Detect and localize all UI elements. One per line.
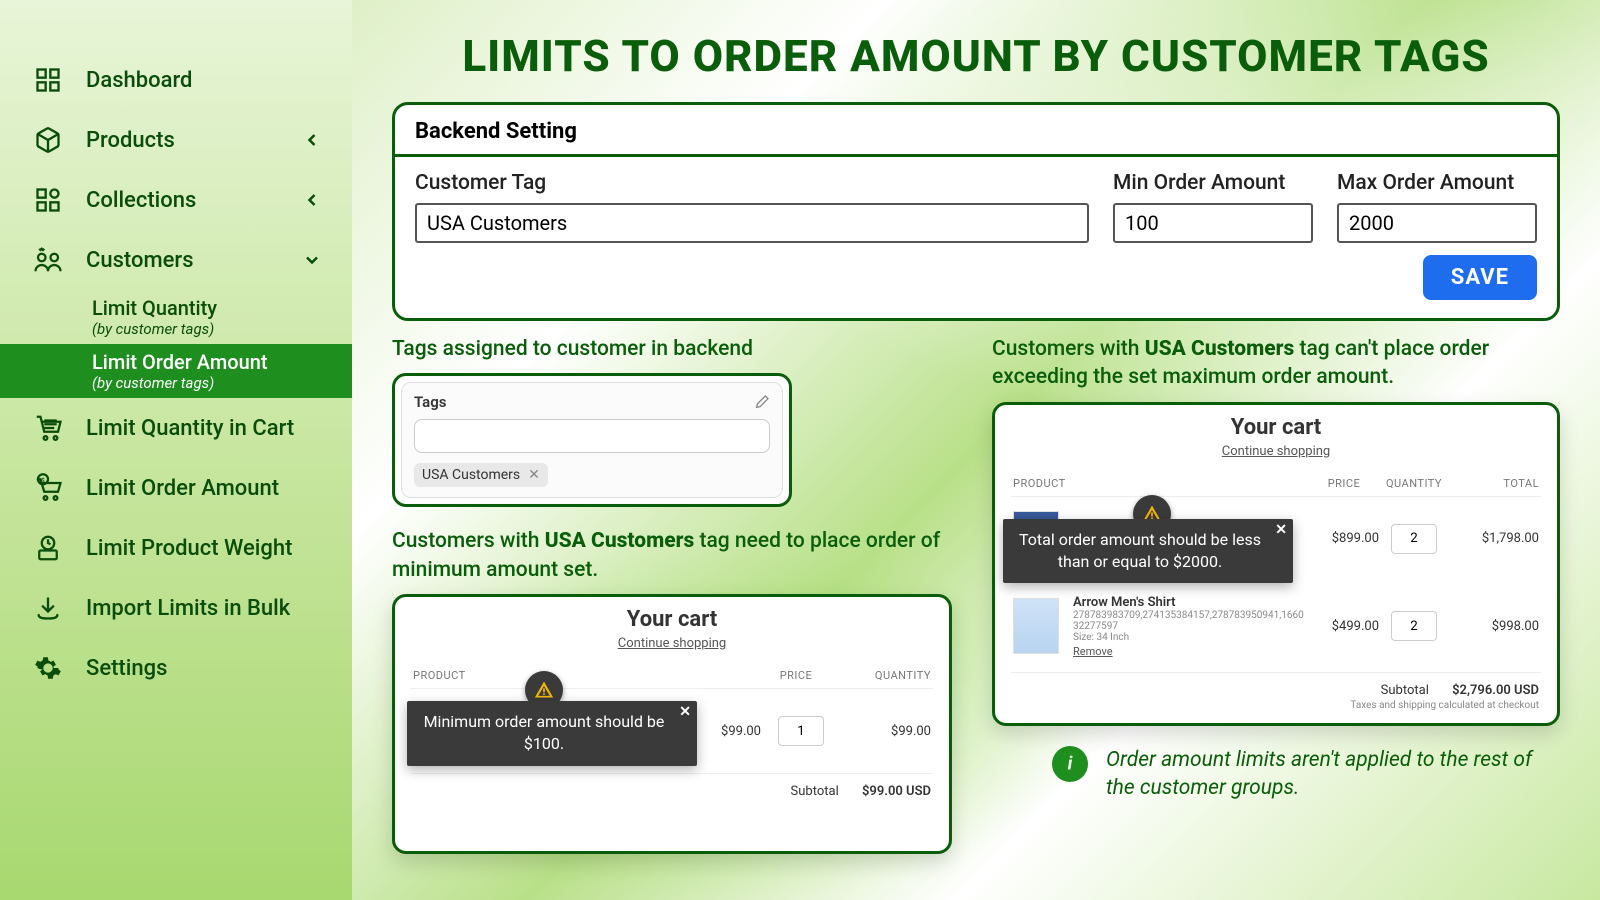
backend-heading: Backend Setting xyxy=(395,115,1557,157)
col-product: PRODUCT xyxy=(413,669,751,682)
svg-text:$: $ xyxy=(41,476,45,484)
row-price: $899.00 xyxy=(1309,531,1379,546)
product-name: Arrow Men's Shirt xyxy=(1073,595,1309,610)
nav-label: Limit Order Amount xyxy=(86,476,279,501)
product-meta: 278783983709,274135384157,278783950941,1… xyxy=(1073,610,1309,632)
cart-dollar-icon: $ xyxy=(30,470,66,506)
max-caption: Customers with USA Customers tag can't p… xyxy=(992,335,1560,392)
nav-import[interactable]: Import Limits in Bulk xyxy=(0,578,352,638)
nav-products[interactable]: Products xyxy=(0,110,352,170)
gear-icon xyxy=(30,650,66,686)
qty-input[interactable] xyxy=(778,716,824,746)
sub-title: Limit Order Amount xyxy=(92,350,322,374)
nav-limit-order-amount[interactable]: $ Limit Order Amount xyxy=(0,458,352,518)
svg-text:i: i xyxy=(1068,753,1073,774)
cart-subtotal: Subtotal $99.00 USD xyxy=(411,773,933,799)
nav-label: Limit Product Weight xyxy=(86,536,292,561)
info-icon: i xyxy=(1052,746,1088,782)
nav-label: Products xyxy=(86,128,175,153)
nav-customers[interactable]: Customers xyxy=(0,230,352,290)
info-note: i Order amount limits aren't applied to … xyxy=(992,746,1560,803)
close-icon[interactable]: ✕ xyxy=(1275,521,1287,541)
page-title: LIMITS TO ORDER AMOUNT BY CUSTOMER TAGS xyxy=(352,0,1600,102)
tags-card: Tags USA Customers ✕ xyxy=(392,373,792,507)
cart-title: Your cart xyxy=(1011,415,1541,440)
info-text: Order amount limits aren't applied to th… xyxy=(1106,746,1560,803)
pencil-icon[interactable] xyxy=(754,394,770,410)
nav-label: Limit Quantity in Cart xyxy=(86,416,294,441)
cart-row: Arrow Men's Shirt 278783983709,274135384… xyxy=(1011,581,1541,672)
sidebar: Dashboard Products Collections Customers… xyxy=(0,0,352,900)
row-total: $998.00 xyxy=(1449,619,1539,634)
nav-label: Collections xyxy=(86,188,196,213)
cart-note: Taxes and shipping calculated at checkou… xyxy=(1011,698,1541,715)
backend-setting-card: Backend Setting Customer Tag Min Order A… xyxy=(392,102,1560,321)
cart-icon xyxy=(30,410,66,446)
save-button[interactable]: SAVE xyxy=(1423,255,1537,300)
min-order-label: Min Order Amount xyxy=(1113,171,1313,195)
nav-label: Settings xyxy=(86,656,167,681)
qty-input[interactable] xyxy=(1391,524,1437,554)
chevron-down-icon xyxy=(302,250,322,270)
scale-icon xyxy=(30,530,66,566)
cart-min-preview: Your cart Continue shopping PRODUCT PRIC… xyxy=(392,594,952,854)
min-tooltip: Minimum order amount should be $100. ✕ xyxy=(407,701,697,766)
cart-title: Your cart xyxy=(411,607,933,632)
chevron-right-icon xyxy=(302,190,322,210)
nav-label: Customers xyxy=(86,248,194,273)
main-content: LIMITS TO ORDER AMOUNT BY CUSTOMER TAGS … xyxy=(352,0,1600,900)
nav-settings[interactable]: Settings xyxy=(0,638,352,698)
nav-limit-qty-cart[interactable]: Limit Quantity in Cart xyxy=(0,398,352,458)
customer-tag-input[interactable] xyxy=(415,203,1089,243)
remove-link[interactable]: Remove xyxy=(1073,645,1113,658)
continue-shopping-link[interactable]: Continue shopping xyxy=(1011,444,1541,459)
nav-label: Import Limits in Bulk xyxy=(86,596,290,621)
import-icon xyxy=(30,590,66,626)
dashboard-icon xyxy=(30,62,66,98)
tags-input[interactable] xyxy=(414,419,770,453)
chip-label: USA Customers xyxy=(422,467,520,483)
customer-tag-label: Customer Tag xyxy=(415,171,1089,195)
row-total: $99.00 xyxy=(841,724,931,739)
max-tooltip: Total order amount should be less than o… xyxy=(1003,519,1293,584)
nav-limit-weight[interactable]: Limit Product Weight xyxy=(0,518,352,578)
min-caption: Customers with USA Customers tag need to… xyxy=(392,527,952,584)
product-size: Size: 34 Inch xyxy=(1073,632,1309,643)
chevron-right-icon xyxy=(302,130,322,150)
col-total: TOTAL xyxy=(1449,477,1539,490)
chip-remove-icon[interactable]: ✕ xyxy=(528,467,540,483)
box-icon xyxy=(30,122,66,158)
col-product: PRODUCT xyxy=(1013,477,1309,490)
min-order-input[interactable] xyxy=(1113,203,1313,243)
col-price: PRICE xyxy=(751,669,841,682)
nav-collections[interactable]: Collections xyxy=(0,170,352,230)
close-icon[interactable]: ✕ xyxy=(679,703,691,723)
users-icon xyxy=(30,242,66,278)
tag-chip: USA Customers ✕ xyxy=(414,463,548,487)
cart-subtotal: Subtotal $2,796.00 USD xyxy=(1011,672,1541,698)
product-thumb xyxy=(1013,598,1059,654)
sub-title: Limit Quantity xyxy=(92,296,322,320)
tags-caption: Tags assigned to customer in backend xyxy=(392,335,952,363)
qty-input[interactable] xyxy=(1391,611,1437,641)
cart-max-preview: Your cart Continue shopping PRODUCT PRIC… xyxy=(992,402,1560,726)
row-price: $499.00 xyxy=(1309,619,1379,634)
max-order-input[interactable] xyxy=(1337,203,1537,243)
sub-subtitle: (by customer tags) xyxy=(92,320,322,338)
row-total: $1,798.00 xyxy=(1449,531,1539,546)
sub-subtitle: (by customer tags) xyxy=(92,374,322,392)
sub-limit-quantity[interactable]: Limit Quantity (by customer tags) xyxy=(0,290,352,344)
continue-shopping-link[interactable]: Continue shopping xyxy=(411,636,933,651)
col-quantity: QUANTITY xyxy=(1379,477,1449,490)
col-price: PRICE xyxy=(1309,477,1379,490)
sub-limit-order-amount[interactable]: Limit Order Amount (by customer tags) xyxy=(0,344,352,398)
tags-label: Tags xyxy=(414,393,447,411)
nav-dashboard[interactable]: Dashboard xyxy=(0,50,352,110)
grid-circle-icon xyxy=(30,182,66,218)
col-quantity: QUANTITY xyxy=(841,669,931,682)
nav-label: Dashboard xyxy=(86,68,192,93)
max-order-label: Max Order Amount xyxy=(1337,171,1537,195)
